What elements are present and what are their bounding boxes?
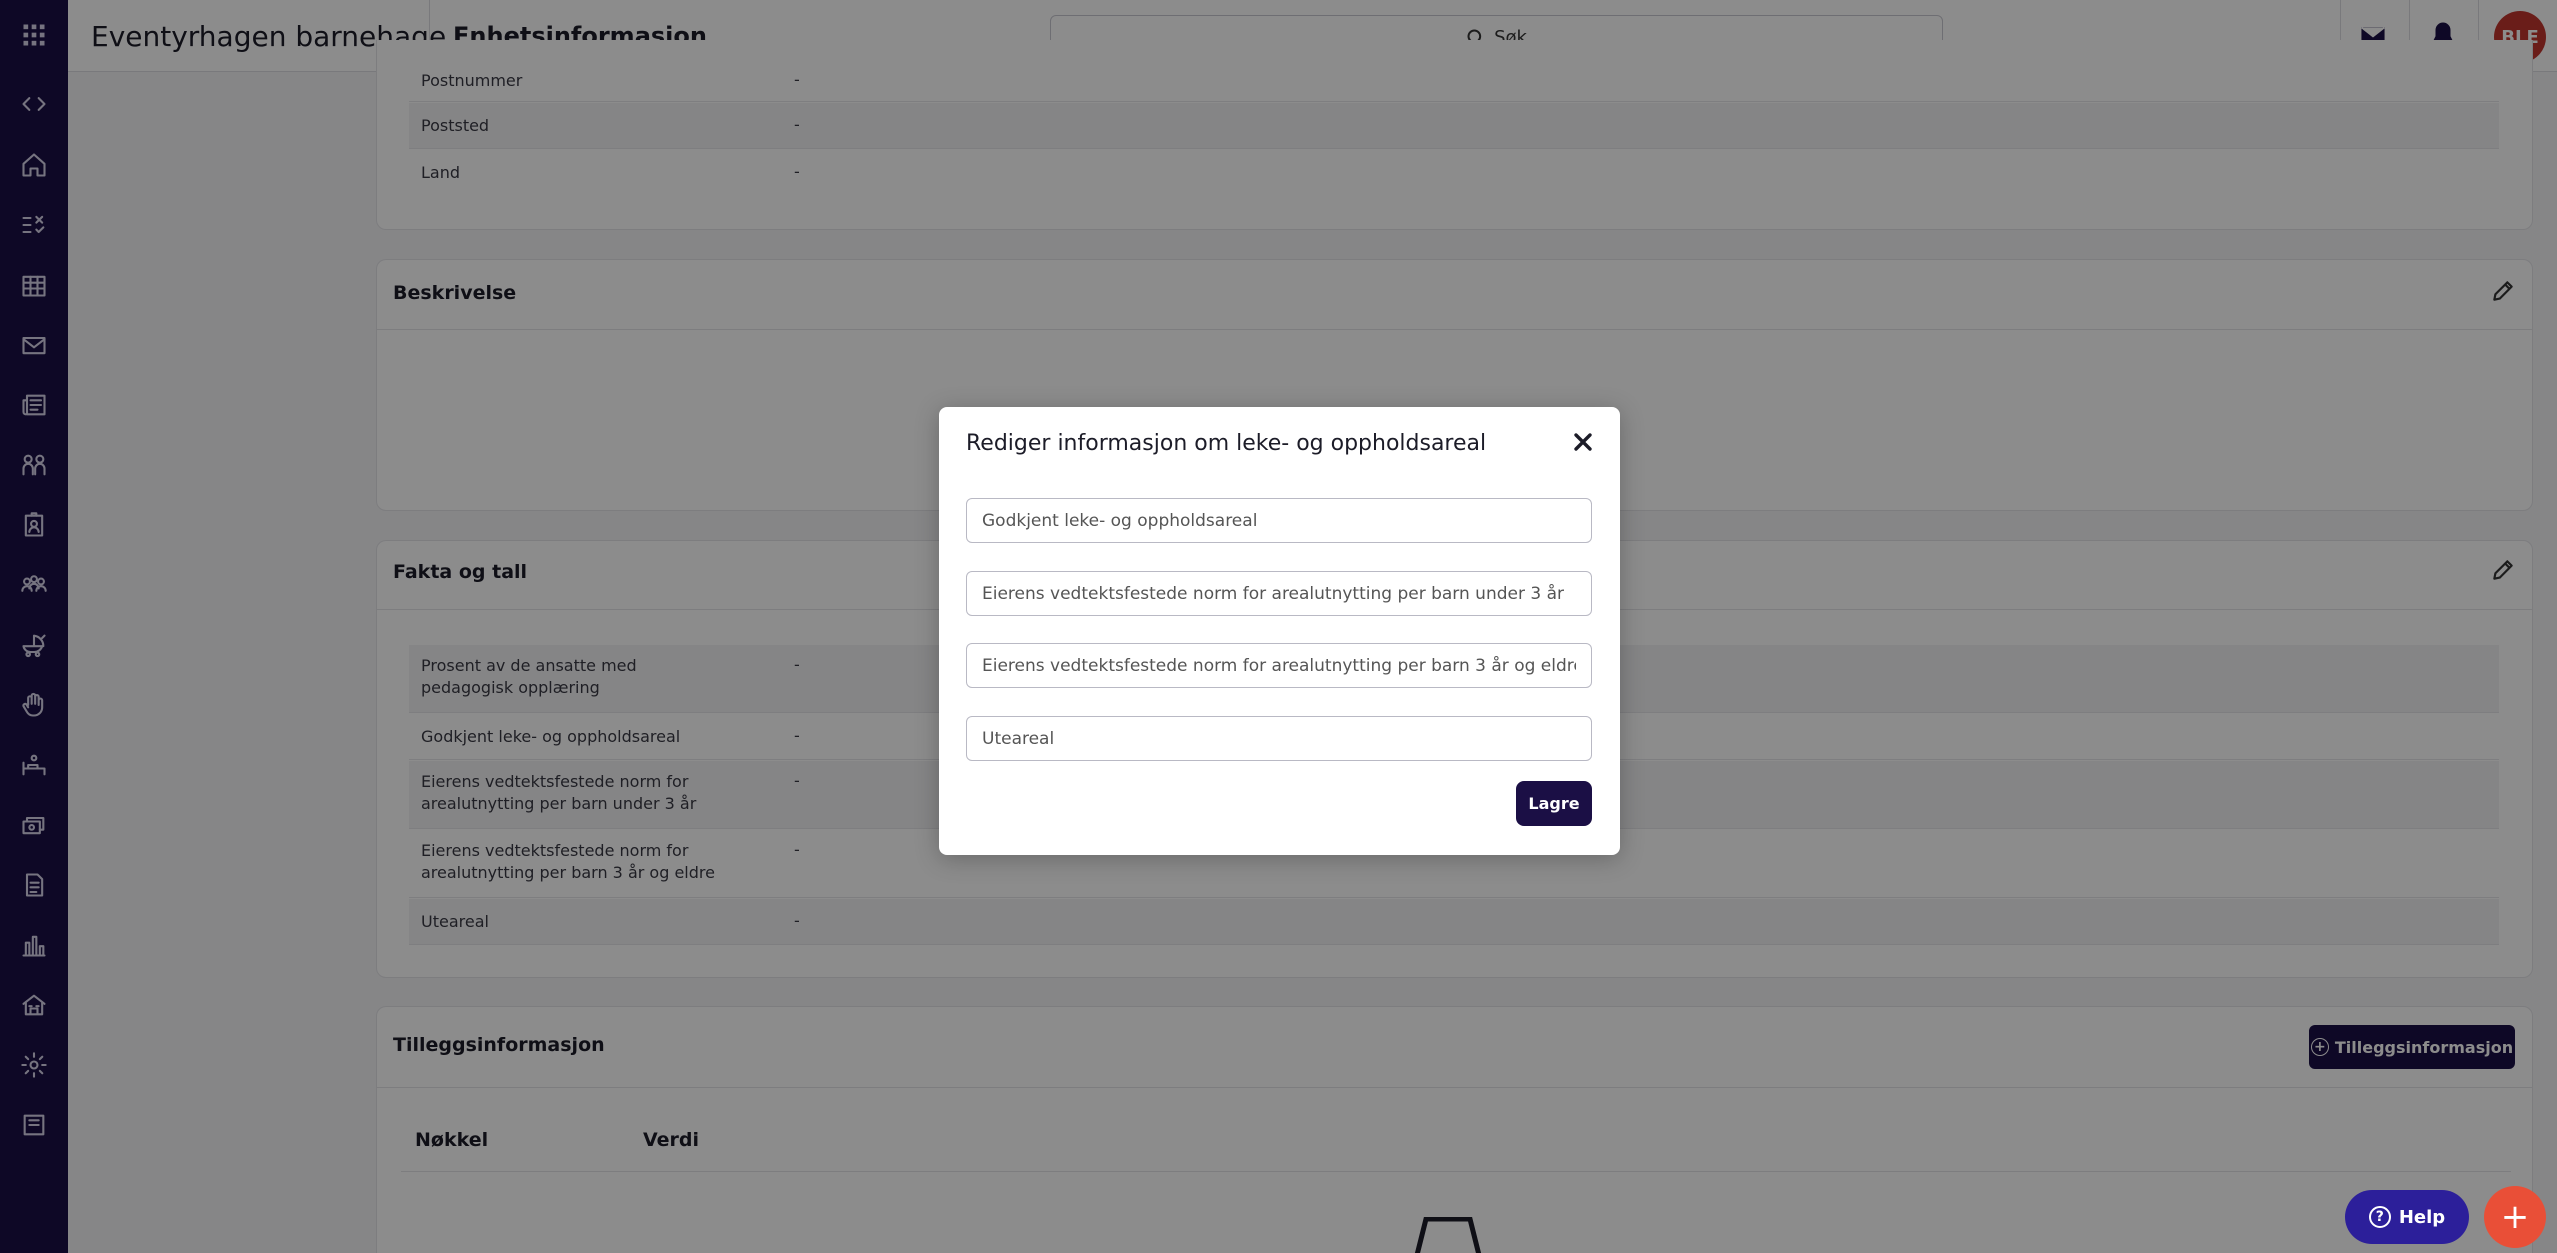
outdoor-area-field[interactable] <box>966 716 1592 761</box>
edit-play-area-dialog: Rediger informasjon om leke- og oppholds… <box>939 407 1620 855</box>
norm-under-3-field[interactable] <box>966 571 1592 616</box>
help-label: Help <box>2398 1206 2446 1228</box>
help-button[interactable]: ? Help <box>2345 1190 2469 1244</box>
approved-play-area-field[interactable] <box>966 498 1592 543</box>
question-icon: ? <box>2368 1206 2391 1228</box>
add-fab-button[interactable]: + <box>2484 1186 2546 1248</box>
dialog-title: Rediger informasjon om leke- og oppholds… <box>966 431 1487 456</box>
save-button[interactable]: Lagre <box>1516 781 1592 826</box>
close-icon[interactable] <box>1572 431 1594 453</box>
plus-icon: + <box>2500 1197 2530 1237</box>
norm-3-and-older-field[interactable] <box>966 643 1592 688</box>
